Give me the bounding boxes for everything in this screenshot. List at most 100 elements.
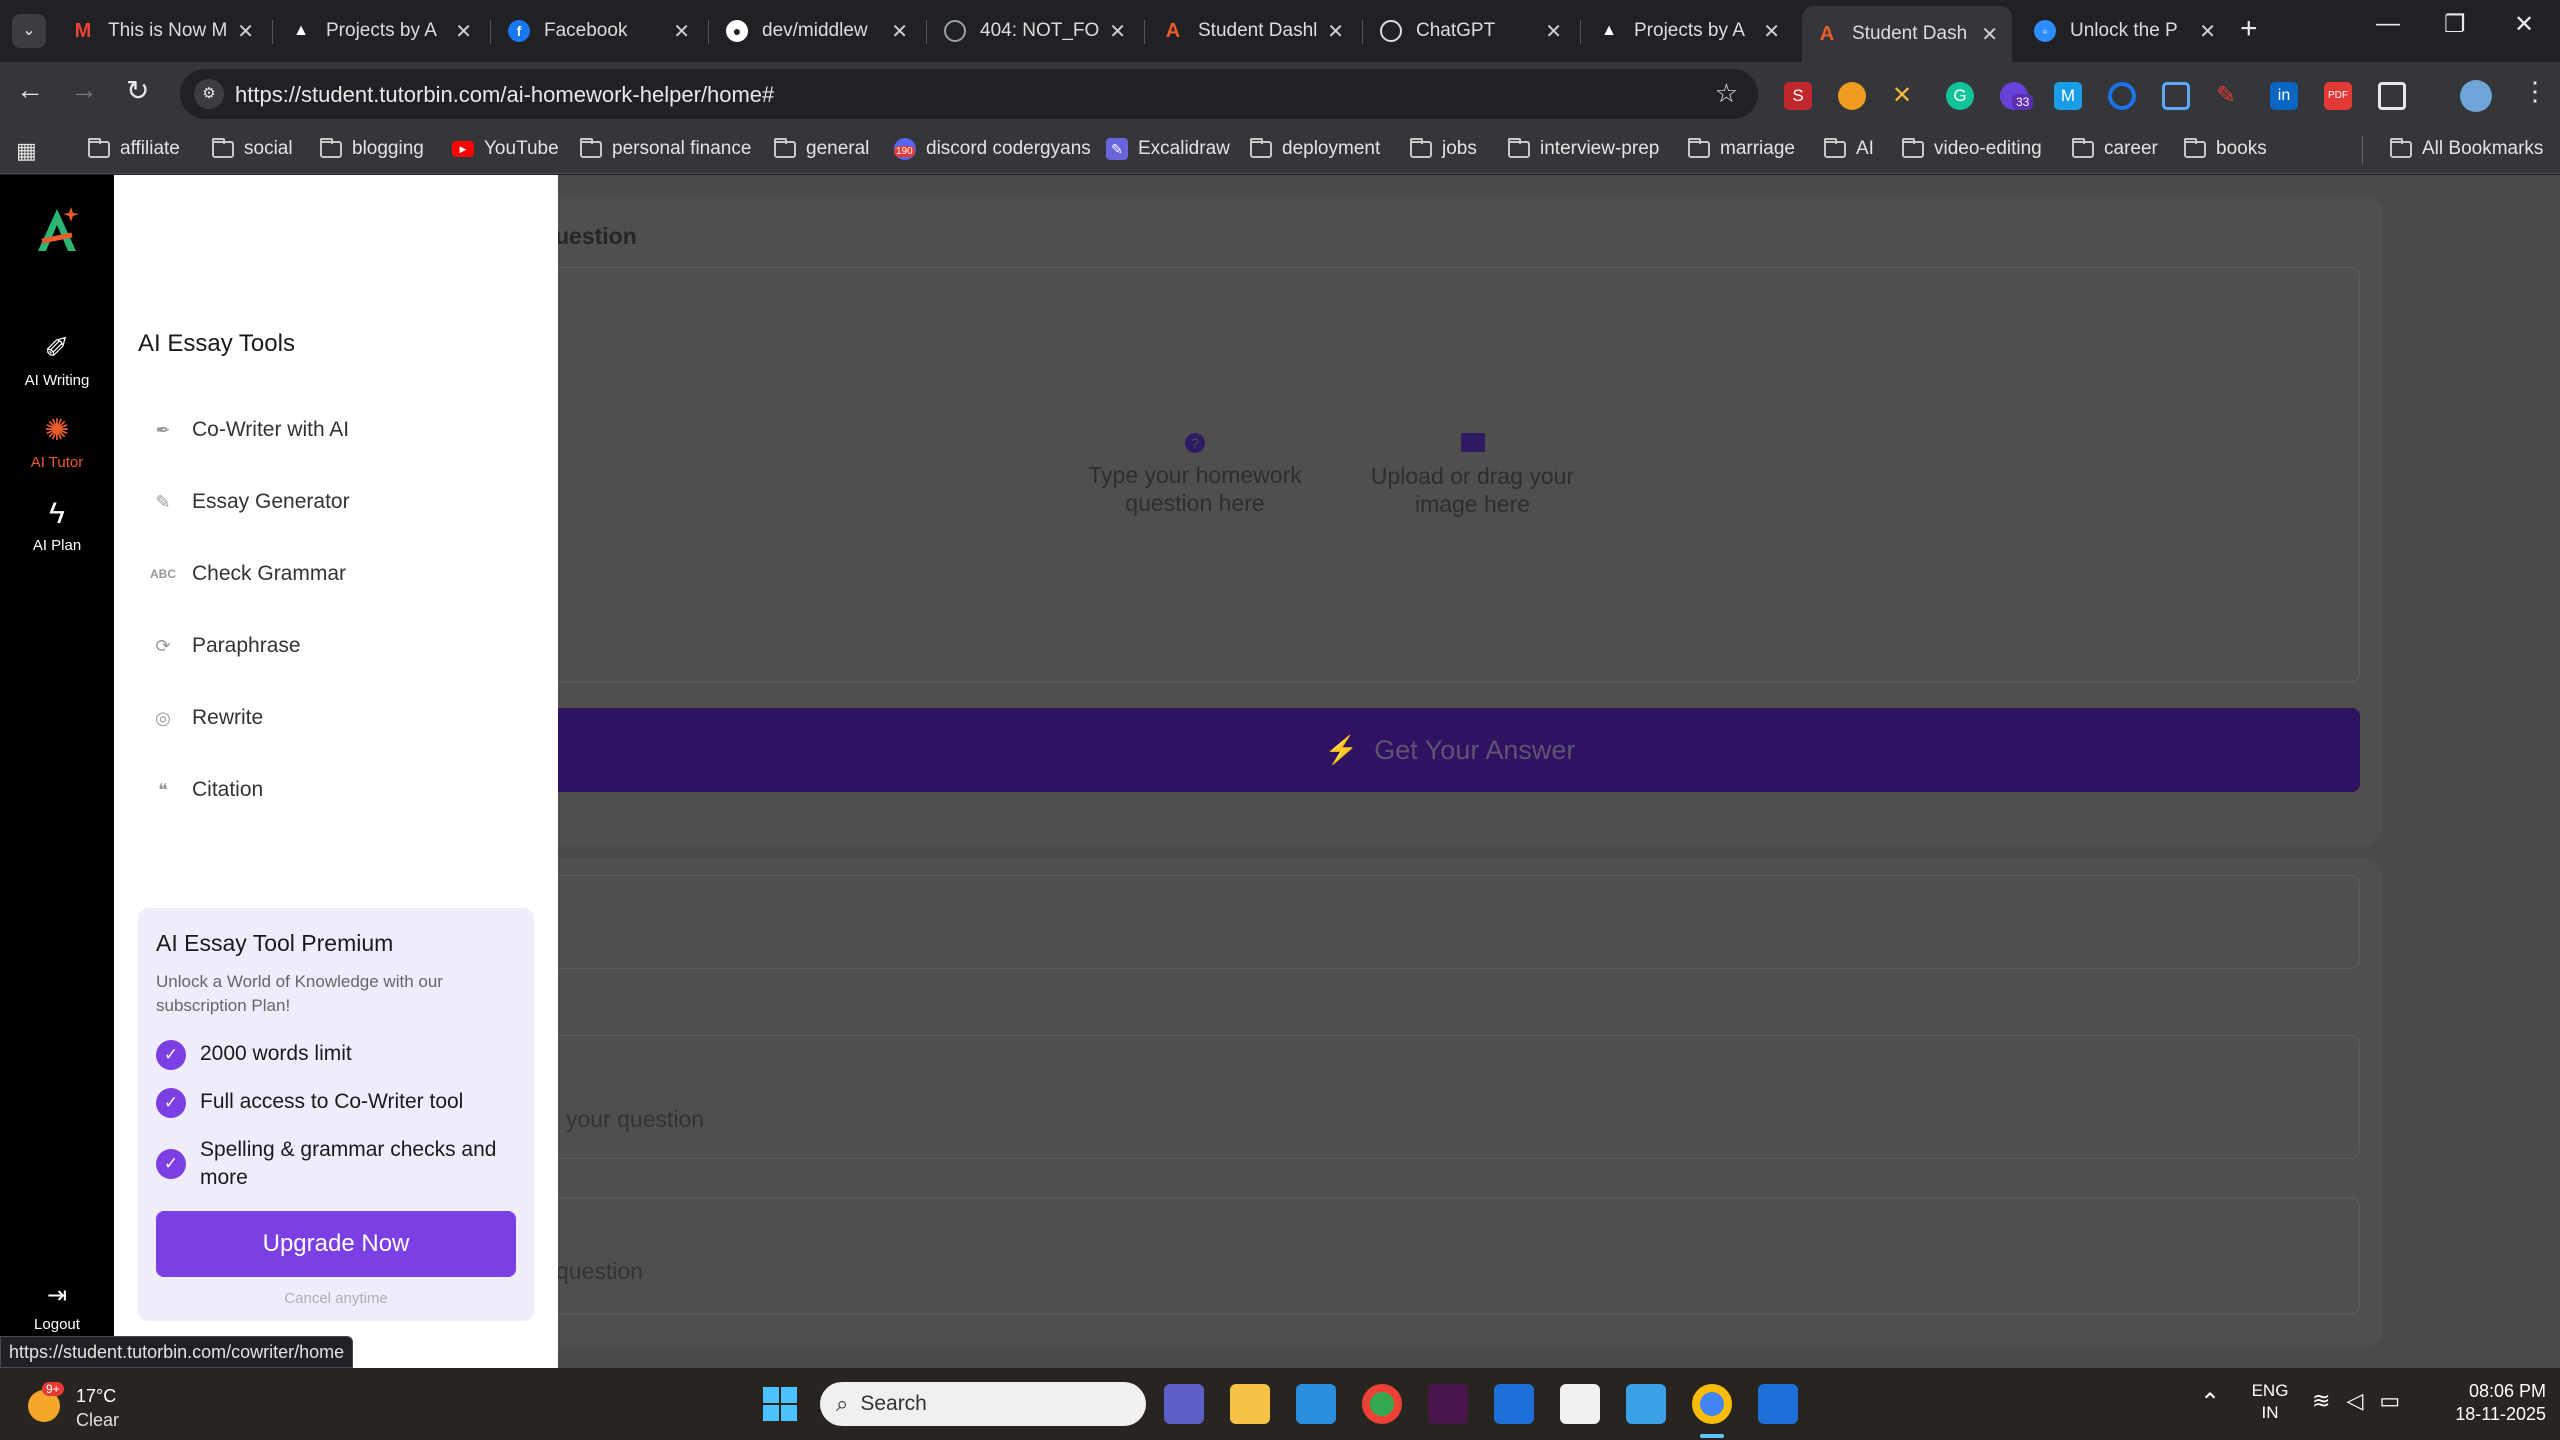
extension-icon[interactable] [2162,82,2190,110]
extension-icon[interactable]: M [2054,82,2082,110]
apps-grid-icon[interactable]: ▦ [16,138,37,164]
tools-icon[interactable]: ✕ [1892,82,1920,110]
forward-button[interactable]: → [70,74,98,106]
bookmark-folder[interactable]: deployment [1250,137,1380,160]
bookmark-star-icon[interactable]: ☆ [1715,78,1738,109]
all-bookmarks[interactable]: All Bookmarks [2390,137,2543,160]
bookmark-folder[interactable]: books [2184,137,2267,160]
extension-icon[interactable]: ✎ [2216,82,2244,110]
chrome-icon[interactable] [1362,1384,1402,1424]
notepad-icon[interactable] [1626,1384,1666,1424]
browser-menu-button[interactable]: ⋮ [2522,76,2548,107]
logout-button[interactable]: ⇥ Logout [0,1281,114,1333]
security-shield-icon[interactable] [1494,1384,1534,1424]
url-text[interactable]: https://student.tutorbin.com/ai-homework… [235,82,774,108]
bookmark-folder[interactable]: interview-prep [1508,137,1659,160]
weather-widget[interactable]: 9+ 17°C Clear [24,1378,134,1432]
system-tray-quick-settings[interactable]: ≋◁▭ [2312,1388,2416,1414]
defender-icon[interactable] [1758,1384,1798,1424]
back-button[interactable]: ← [16,74,44,106]
close-tab-icon[interactable]: ✕ [673,19,690,44]
grammarly-icon[interactable]: G [1946,82,1974,110]
extension-icon[interactable] [1838,82,1866,110]
bookmark-folder[interactable]: video-editing [1902,137,2042,160]
input-box[interactable] [540,875,2360,969]
bookmark-folder[interactable]: jobs [1410,137,1477,160]
bookmark-folder[interactable]: blogging [320,137,424,160]
close-tab-icon[interactable]: ✕ [891,19,908,44]
question-field[interactable] [540,1035,2360,1159]
close-tab-icon[interactable]: ✕ [1981,22,1998,47]
extension-icon[interactable]: S [1784,82,1812,110]
snipping-tool-icon[interactable] [1560,1384,1600,1424]
browser-tab[interactable]: ▲ Projects by A ✕ [1584,6,1794,56]
extension-icon[interactable]: 33 [2000,82,2034,110]
linkedin-icon[interactable]: in [2270,82,2298,110]
extensions-puzzle-icon[interactable] [2378,82,2406,110]
restore-button[interactable]: ❐ [2444,10,2466,39]
browser-tab-active[interactable]: A Student Dash ✕ [1802,6,2012,62]
menu-item-check-grammar[interactable]: ABC Check Grammar [150,562,346,586]
close-tab-icon[interactable]: ✕ [1763,19,1780,44]
new-tab-button[interactable]: + [2240,12,2258,46]
browser-tab[interactable]: ◦ Unlock the P ✕ [2020,6,2230,56]
site-info-icon[interactable]: ⚙ [194,79,224,109]
rail-item-ai-plan[interactable]: ϟ AI Plan [0,497,114,554]
close-tab-icon[interactable]: ✕ [237,19,254,44]
rail-item-ai-tutor[interactable]: ✺ AI Tutor [0,413,114,471]
file-explorer-icon[interactable] [1230,1384,1270,1424]
bookmark-folder[interactable]: social [212,137,293,160]
menu-item-essay-generator[interactable]: ✎ Essay Generator [150,490,349,514]
browser-tab[interactable]: ● dev/middlew ✕ [712,6,922,56]
bookmark-youtube[interactable]: ▶ YouTube [452,138,559,160]
close-tab-icon[interactable]: ✕ [1109,19,1126,44]
check-circle-icon: ✓ [156,1088,186,1118]
menu-item-citation[interactable]: ❝ Citation [150,778,263,802]
teams-icon[interactable] [1164,1384,1204,1424]
profile-avatar[interactable] [2460,80,2492,112]
app-logo[interactable] [32,205,82,255]
bookmark-folder[interactable]: personal finance [580,137,751,160]
minimize-button[interactable]: — [2376,10,2400,38]
browser-tab[interactable]: ▲ Projects by A ✕ [276,6,486,56]
slack-icon[interactable] [1428,1384,1468,1424]
bookmark-folder[interactable]: AI [1824,137,1874,160]
bookmark-folder[interactable]: career [2072,137,2158,160]
close-window-button[interactable]: ✕ [2514,10,2534,39]
close-tab-icon[interactable]: ✕ [1545,19,1562,44]
bookmark-folder[interactable]: marriage [1688,137,1795,160]
address-bar[interactable]: ⚙ https://student.tutorbin.com/ai-homewo… [180,69,1758,119]
vscode-icon[interactable] [1296,1384,1336,1424]
browser-tab[interactable]: 404: NOT_FO ✕ [930,6,1140,56]
bookmark-folder[interactable]: affiliate [88,137,180,160]
language-indicator[interactable]: ENG IN [2250,1380,2290,1424]
windows-start-button[interactable] [760,1384,800,1424]
reload-button[interactable]: ↻ [126,74,149,107]
browser-tab[interactable]: ChatGPT ✕ [1366,6,1576,56]
clock[interactable]: 08:06 PM 18-11-2025 [2426,1380,2546,1426]
extension-icon[interactable] [2108,82,2136,110]
chrome-active-icon[interactable] [1692,1384,1732,1424]
get-answer-button[interactable]: ⚡ Get Your Answer [540,708,2360,792]
bookmark-excalidraw[interactable]: ✎ Excalidraw [1106,138,1230,160]
close-tab-icon[interactable]: ✕ [2199,19,2216,44]
upgrade-now-button[interactable]: Upgrade Now [156,1211,516,1277]
close-tab-icon[interactable]: ✕ [1327,19,1344,44]
browser-tab[interactable]: A Student Dashl ✕ [1148,6,1358,56]
taskbar-search[interactable]: ⌕ Search [820,1382,1146,1426]
tab-search-button[interactable]: ⌄ [12,14,46,48]
bookmark-discord[interactable]: 190 discord codergyans [894,138,1091,160]
bookmark-folder[interactable]: general [774,137,869,160]
question-field[interactable] [540,1197,2360,1315]
menu-item-rewrite[interactable]: ◎ Rewrite [150,706,263,730]
upload-image-option[interactable]: Upload or drag your image here [1345,433,1600,518]
type-question-option[interactable]: ? Type your homework question here [1070,433,1320,517]
browser-tab[interactable]: f Facebook ✕ [494,6,704,56]
show-hidden-icons-button[interactable]: ⌃ [2200,1388,2220,1417]
rail-item-ai-writing[interactable]: ✐ AI Writing [0,331,114,389]
pdf-icon[interactable]: PDF [2324,82,2352,110]
close-tab-icon[interactable]: ✕ [455,19,472,44]
menu-item-co-writer[interactable]: ✒ Co-Writer with AI [150,418,349,442]
browser-tab[interactable]: M This is Now M ✕ [58,6,268,56]
menu-item-paraphrase[interactable]: ⟳ Paraphrase [150,634,300,658]
